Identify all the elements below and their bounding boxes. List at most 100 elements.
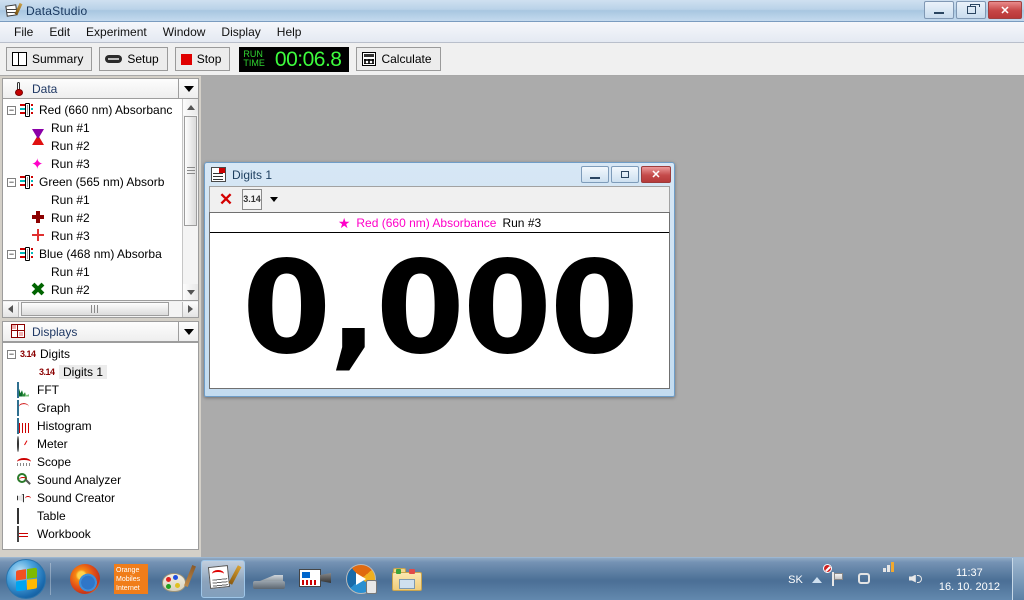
tree-run-green-1[interactable]: Run #1 (3, 191, 198, 209)
data-panel-title: Data (32, 81, 58, 96)
tray-language-indicator[interactable]: SK (788, 574, 803, 586)
menu-display[interactable]: Display (213, 23, 268, 41)
network-icon[interactable] (857, 572, 874, 588)
tree-run-blue-2[interactable]: Run #2 (3, 281, 198, 299)
expander-icon[interactable]: − (7, 177, 16, 187)
menu-edit[interactable]: Edit (41, 23, 78, 41)
digits-window[interactable]: Digits 1 ✕ ✕ 3.14 ★ Red (660 nm) Absorba… (204, 162, 675, 397)
taskbar-item-firefox[interactable] (63, 560, 107, 598)
menu-file[interactable]: File (6, 23, 41, 41)
scroll-right-button[interactable] (182, 301, 198, 317)
data-tree-horizontal-scrollbar[interactable] (2, 301, 199, 318)
chevron-up-icon (186, 104, 195, 110)
tree-run-label: Run #1 (51, 265, 90, 279)
digits-toolbar: ✕ 3.14 (209, 186, 670, 212)
scroll-up-button[interactable] (183, 99, 198, 115)
taskbar-item-orange[interactable]: Orange Mobiles Internet (109, 560, 153, 598)
volume-icon[interactable] (908, 572, 926, 588)
menu-window[interactable]: Window (155, 23, 214, 41)
sidebar-item-scope[interactable]: Scope (3, 453, 198, 471)
taskbar-clock[interactable]: 11:37 16. 10. 2012 (939, 566, 1000, 594)
tree-group-label: Red (660 nm) Absorbanc (39, 103, 173, 117)
data-tree[interactable]: − Red (660 nm) Absorbanc Run #1 Run #2 ✦… (2, 99, 199, 301)
tree-run-green-2[interactable]: Run #2 (3, 209, 198, 227)
digits-close-button[interactable]: ✕ (641, 166, 671, 183)
tree-group-green[interactable]: − Green (565 nm) Absorb (3, 173, 198, 191)
scroll-left-button[interactable] (3, 301, 19, 317)
scope-icon (17, 455, 32, 470)
scroll-track[interactable] (19, 301, 182, 317)
menu-experiment[interactable]: Experiment (78, 23, 155, 41)
data-tree-vertical-scrollbar[interactable] (182, 99, 198, 300)
tree-run-red-3[interactable]: ✦ Run #3 (3, 155, 198, 173)
orange-line1: Orange (116, 567, 140, 574)
legend-measurement-label: Red (660 nm) Absorbance (356, 215, 497, 230)
sidebar-item-workbook[interactable]: Workbook (3, 525, 198, 543)
data-tree-content: − Red (660 nm) Absorbanc Run #1 Run #2 ✦… (3, 99, 198, 299)
tree-item-label: Sound Creator (37, 491, 116, 505)
quick-launch-bar: Orange Mobiles Internet (63, 560, 429, 598)
expander-icon[interactable]: − (7, 105, 16, 115)
stop-button[interactable]: Stop (174, 47, 231, 71)
tree-group-blue[interactable]: − Blue (468 nm) Absorba (3, 245, 198, 263)
remove-data-button[interactable]: ✕ (215, 189, 237, 210)
taskbar-item-camera[interactable] (293, 560, 337, 598)
data-panel-dropdown[interactable] (178, 79, 198, 98)
taskbar-item-paint[interactable] (155, 560, 199, 598)
windows-media-player-icon (346, 564, 377, 594)
menu-help[interactable]: Help (269, 23, 310, 41)
start-button[interactable] (6, 559, 46, 599)
tree-run-label: Run #2 (51, 139, 90, 153)
maximize-icon (621, 171, 629, 178)
scroll-down-button[interactable] (183, 284, 198, 300)
table-icon (17, 507, 32, 524)
tree-item-digits[interactable]: − 3.14 Digits (3, 345, 198, 363)
summary-button[interactable]: Summary (6, 47, 93, 71)
sidebar-item-sound-creator[interactable]: Sound Creator (3, 489, 198, 507)
scroll-thumb[interactable] (184, 116, 197, 226)
sidebar-item-histogram[interactable]: Histogram (3, 417, 198, 435)
setup-button[interactable]: Setup (99, 47, 168, 71)
taskbar-item-media-player[interactable] (339, 560, 383, 598)
expander-icon[interactable]: − (7, 349, 16, 359)
tree-run-blue-1[interactable]: Run #1 (3, 263, 198, 281)
sound-analyzer-icon (17, 472, 32, 488)
taskbar-item-folder[interactable] (385, 560, 429, 598)
show-hidden-icons-icon[interactable] (811, 576, 822, 583)
signal-bars-icon[interactable] (882, 561, 900, 588)
taskbar-item-scanner[interactable] (247, 560, 291, 598)
digits-precision-dropdown[interactable] (267, 189, 281, 210)
displays-tree[interactable]: − 3.14 Digits 3.14 Digits 1 FFT Graph Hi… (2, 342, 199, 550)
tree-group-red[interactable]: − Red (660 nm) Absorbanc (3, 101, 198, 119)
tree-item-label: Sound Analyzer (37, 473, 122, 487)
sidebar-item-table[interactable]: Table (3, 507, 198, 525)
sidebar-item-graph[interactable]: Graph (3, 399, 198, 417)
sidebar-item-meter[interactable]: Meter (3, 435, 198, 453)
sidebar-item-sound-analyzer[interactable]: Sound Analyzer (3, 471, 198, 489)
datastudio-icon (5, 2, 23, 19)
minimize-button[interactable] (924, 1, 954, 19)
digits-minimize-button[interactable] (581, 166, 609, 183)
digits-window-controls: ✕ (581, 166, 671, 183)
scroll-thumb[interactable] (21, 302, 169, 316)
show-desktop-button[interactable] (1012, 558, 1024, 600)
action-center-flag-icon[interactable] (822, 563, 848, 588)
tree-run-label: Run #3 (51, 157, 90, 171)
tree-run-green-3[interactable]: Run #3 (3, 227, 198, 245)
square-marker-icon (31, 193, 46, 208)
displays-panel-dropdown[interactable] (178, 322, 198, 341)
calculate-button[interactable]: Calculate (356, 47, 441, 71)
expander-icon[interactable]: − (7, 249, 16, 259)
digits-restore-button[interactable] (611, 166, 639, 183)
sidebar-item-fft[interactable]: FFT (3, 381, 198, 399)
tree-run-red-2[interactable]: Run #2 (3, 128, 198, 155)
sidebar-item-digits-1[interactable]: 3.14 Digits 1 (3, 363, 198, 381)
taskbar-item-datastudio[interactable] (201, 560, 245, 598)
digits-precision-button[interactable]: 3.14 (241, 189, 263, 210)
application-window: DataStudio ✕ File Edit Experiment Window… (0, 0, 1024, 600)
chevron-down-icon (183, 85, 194, 92)
run-timer-label-line2: TIME (243, 58, 265, 68)
close-button[interactable]: ✕ (988, 1, 1022, 19)
restore-button[interactable] (956, 1, 986, 19)
setup-label: Setup (127, 52, 159, 66)
